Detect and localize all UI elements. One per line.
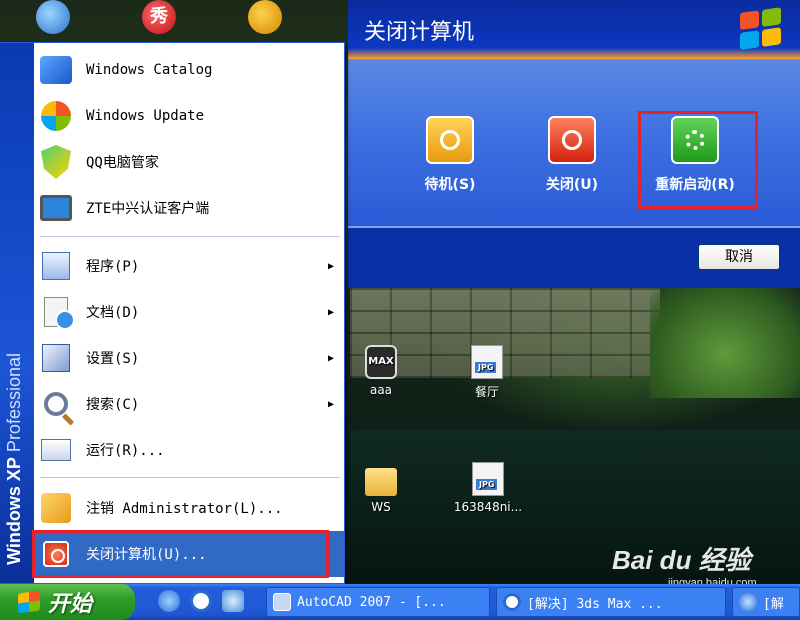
menu-item-windows-catalog[interactable]: Windows Catalog bbox=[34, 47, 344, 93]
start-button[interactable]: 开始 bbox=[0, 584, 135, 620]
standby-label: 待机(S) bbox=[424, 177, 476, 193]
max-file-icon: MAX bbox=[365, 345, 397, 379]
standby-button[interactable]: 待机(S) bbox=[395, 116, 505, 194]
desktop-icon-restaurant[interactable]: JPG 餐厅 bbox=[452, 345, 522, 400]
quicklaunch-media-icon[interactable] bbox=[158, 590, 180, 612]
folder-icon bbox=[365, 468, 397, 496]
ie-icon[interactable] bbox=[36, 0, 70, 34]
power-off-label: 关闭(U) bbox=[545, 177, 599, 193]
submenu-arrow-icon: ▶ bbox=[328, 260, 335, 272]
menu-item-label: 程序(P) bbox=[86, 259, 140, 275]
menu-item-logoff[interactable]: 注销 Administrator(L)... bbox=[34, 485, 344, 531]
menu-item-label: 文档(D) bbox=[86, 305, 140, 321]
standby-icon bbox=[426, 116, 474, 164]
menu-item-label: Windows Update bbox=[86, 108, 205, 124]
menu-item-label: 搜索(C) bbox=[86, 397, 140, 413]
jpg-file-icon: JPG bbox=[472, 462, 504, 496]
xiu-icon[interactable]: 秀 bbox=[142, 0, 176, 34]
autocad-icon bbox=[273, 593, 291, 611]
taskbar-button-3dsmax-forum[interactable]: [解决] 3ds Max ... bbox=[496, 587, 726, 617]
menu-item-label: 设置(S) bbox=[86, 351, 140, 367]
run-icon bbox=[41, 439, 71, 461]
desktop-icon-label: WS bbox=[371, 500, 391, 514]
start-menu-sidebar: Windows XP Professional bbox=[0, 43, 34, 583]
start-menu: Windows XP Professional Windows Catalog … bbox=[0, 42, 345, 584]
menu-item-settings[interactable]: 设置(S) ▶ bbox=[34, 335, 344, 381]
quicklaunch-ie-icon[interactable] bbox=[222, 590, 244, 612]
catalog-icon bbox=[40, 56, 72, 84]
settings-icon bbox=[42, 344, 70, 372]
jpg-file-icon: JPG bbox=[471, 345, 503, 379]
power-off-button[interactable]: 关闭(U) bbox=[517, 116, 627, 194]
taskbar: 开始 AutoCAD 2007 - [... [解决] 3ds Max ... … bbox=[0, 584, 800, 620]
dialog-footer: 取消 bbox=[348, 226, 800, 288]
submenu-arrow-icon: ▶ bbox=[328, 352, 335, 364]
desktop-icon-label: 餐厅 bbox=[474, 385, 499, 399]
windows-xp-brand: Windows XP Professional bbox=[4, 353, 24, 565]
taskbar-button-ie[interactable]: [解 bbox=[732, 587, 800, 617]
menu-item-search[interactable]: 搜索(C) ▶ bbox=[34, 381, 344, 427]
menu-separator bbox=[40, 477, 340, 478]
shield-icon bbox=[41, 145, 71, 179]
dialog-header: 关闭计算机 bbox=[348, 0, 800, 60]
cancel-button[interactable]: 取消 bbox=[698, 244, 780, 270]
programs-icon bbox=[42, 252, 70, 280]
wallpaper-foliage bbox=[650, 288, 800, 398]
menu-item-label: 运行(R)... bbox=[86, 443, 165, 459]
desktop-icon-ws[interactable]: WS bbox=[346, 462, 416, 514]
menu-item-label: QQ电脑管家 bbox=[86, 155, 159, 171]
restart-highlight-box bbox=[638, 111, 758, 209]
menu-item-run[interactable]: 运行(R)... bbox=[34, 427, 344, 473]
menu-item-qq-pc-manager[interactable]: QQ电脑管家 bbox=[34, 139, 344, 185]
documents-icon bbox=[44, 297, 75, 330]
shutdown-highlight-box bbox=[32, 530, 329, 578]
menu-item-zte-client[interactable]: ZTE中兴认证客户端 bbox=[34, 185, 344, 231]
windows-logo-icon bbox=[740, 7, 782, 51]
monitor-icon bbox=[40, 195, 72, 221]
search-icon bbox=[44, 392, 68, 416]
quicklaunch-sogou-icon[interactable] bbox=[190, 590, 212, 612]
desktop-icon-aaa[interactable]: MAX aaa bbox=[346, 345, 416, 397]
menu-item-label: ZTE中兴认证客户端 bbox=[86, 201, 210, 217]
desktop-icon-label: aaa bbox=[369, 383, 393, 397]
menu-item-programs[interactable]: 程序(P) ▶ bbox=[34, 243, 344, 289]
desktop-icon-163848[interactable]: JPG 163848ni... bbox=[438, 462, 538, 514]
windows-update-icon bbox=[41, 101, 71, 131]
ie-icon bbox=[739, 593, 757, 611]
qq-pet-icon[interactable] bbox=[248, 0, 282, 34]
windows-flag-icon bbox=[18, 590, 40, 614]
submenu-arrow-icon: ▶ bbox=[328, 398, 335, 410]
menu-item-label: 注销 Administrator(L)... bbox=[86, 501, 283, 517]
menu-item-label: Windows Catalog bbox=[86, 62, 213, 78]
menu-item-windows-update[interactable]: Windows Update bbox=[34, 93, 344, 139]
dialog-title: 关闭计算机 bbox=[364, 20, 475, 45]
start-label: 开始 bbox=[48, 592, 93, 617]
submenu-arrow-icon: ▶ bbox=[328, 306, 335, 318]
sogou-icon bbox=[503, 593, 521, 611]
power-off-icon bbox=[548, 116, 596, 164]
taskbar-button-label: [解 bbox=[763, 596, 784, 612]
taskbar-button-autocad[interactable]: AutoCAD 2007 - [... bbox=[266, 587, 490, 617]
logoff-icon bbox=[41, 493, 71, 523]
taskbar-button-label: AutoCAD 2007 - [... bbox=[297, 594, 446, 610]
menu-item-documents[interactable]: 文档(D) ▶ bbox=[34, 289, 344, 335]
taskbar-button-label: [解决] 3ds Max ... bbox=[527, 596, 663, 612]
baidu-watermark: Bai du 经验 jingyan.baidu.com bbox=[612, 545, 757, 589]
desktop-icon-label: 163848ni... bbox=[453, 500, 523, 514]
menu-separator bbox=[40, 236, 340, 237]
